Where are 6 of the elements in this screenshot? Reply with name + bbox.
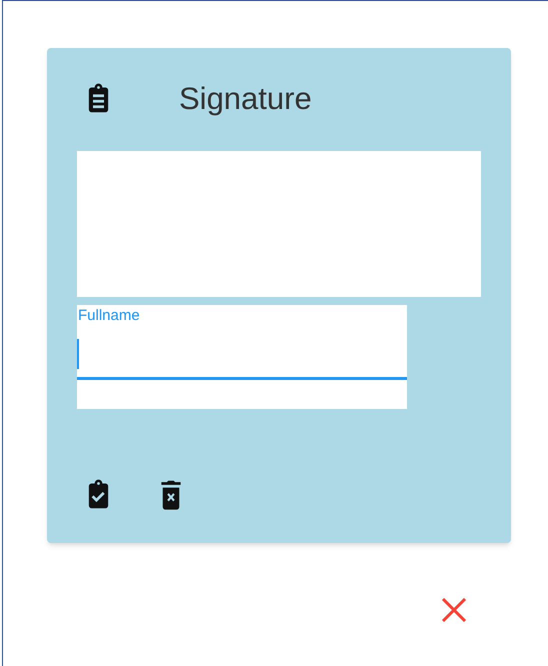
field-label: Fullname <box>78 307 140 326</box>
close-icon <box>441 598 467 622</box>
close-button[interactable] <box>440 597 468 623</box>
fullname-field[interactable]: Fullname <box>77 305 407 409</box>
card-title: Signature <box>179 82 312 114</box>
text-cursor <box>77 339 79 369</box>
